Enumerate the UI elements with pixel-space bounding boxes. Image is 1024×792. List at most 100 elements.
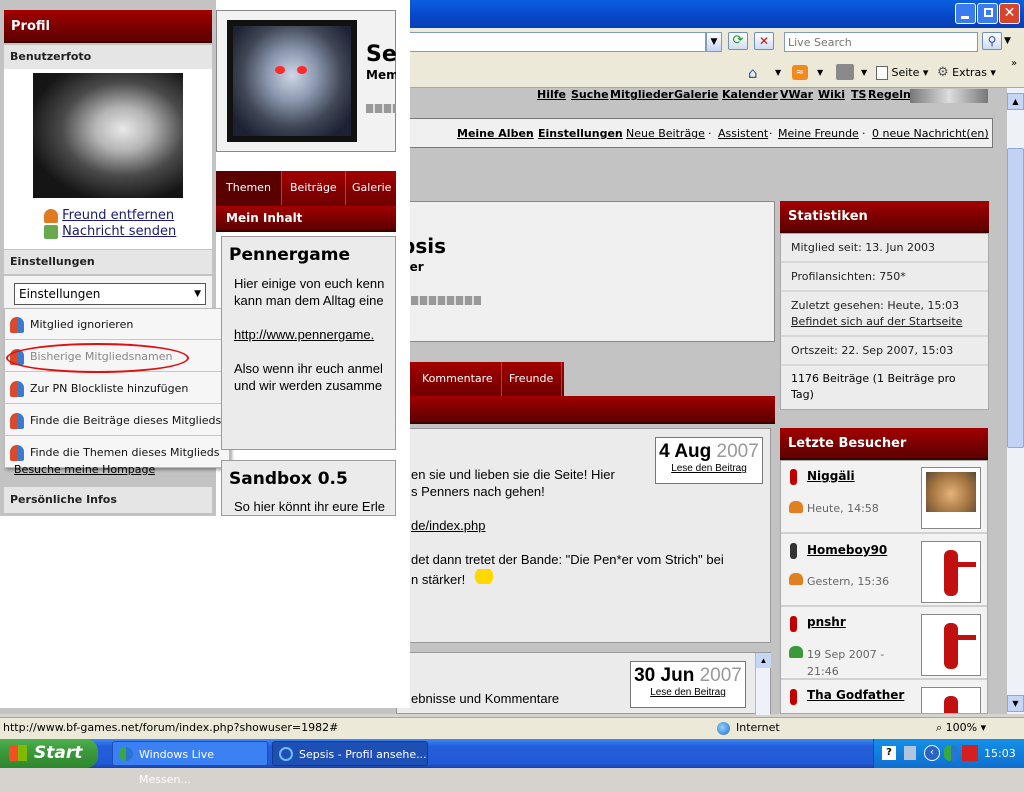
nav-kalender[interactable]: Kalender: [722, 88, 778, 101]
read-post-link[interactable]: Lese den Beitrag: [631, 687, 745, 698]
scroll-thumb[interactable]: [1007, 148, 1024, 448]
menu-item-find-posts[interactable]: Finde die Beiträge dieses Mitglieds: [4, 406, 228, 436]
close-button[interactable]: ✕: [999, 3, 1020, 24]
nav-hilfe[interactable]: Hilfe: [537, 88, 566, 101]
feeds-icon[interactable]: ≈: [792, 65, 808, 80]
network-icon[interactable]: [904, 746, 916, 760]
start-button[interactable]: Start: [0, 739, 98, 768]
tab-freunde[interactable]: Freunde: [501, 362, 563, 396]
link-nachrichten[interactable]: 0 neue Nachricht(en): [872, 127, 989, 140]
restore-button[interactable]: [977, 3, 998, 24]
link-einstellungen[interactable]: Einstellungen: [538, 127, 623, 140]
nav-banner: [910, 89, 988, 103]
taskbar-ie[interactable]: Sepsis - Profil ansehe...: [272, 741, 428, 766]
nav-suche[interactable]: Suche: [571, 88, 609, 101]
tab-beitraege[interactable]: Beiträge: [282, 171, 346, 205]
stop-icon[interactable]: ✕: [754, 32, 774, 50]
visitor-row[interactable]: pnshr 19 Sep 2007 - 21:46: [781, 608, 987, 680]
post2-text-1: So hier könnt ihr eure Erle: [234, 499, 386, 514]
date-box[interactable]: 30 Jun 2007 Lese den Beitrag: [630, 661, 746, 708]
minimize-button[interactable]: [955, 3, 976, 24]
user-status-icon: [790, 543, 797, 559]
homepage-link[interactable]: Besuche meine Hompage: [14, 465, 155, 477]
page-menu[interactable]: Seite ▾: [876, 64, 928, 82]
nav-mitglieder[interactable]: Mitglieder: [610, 88, 674, 101]
refresh-icon[interactable]: ⟳: [728, 32, 748, 50]
back-tray-icon[interactable]: ‹: [924, 745, 940, 761]
stat-location[interactable]: Befindet sich auf der Startseite: [791, 314, 978, 330]
scroll-down-arrow[interactable]: ▼: [1007, 695, 1024, 712]
post2-box: Sandbox 0.5 So hier könnt ihr eure Erle: [221, 460, 396, 516]
users-icon: [10, 413, 24, 429]
link-meine-alben[interactable]: Meine Alben: [457, 127, 534, 140]
page-scrollbar[interactable]: ▲ ▼: [1007, 88, 1024, 714]
visitor-name[interactable]: Tha Godfather: [807, 688, 904, 702]
gear-icon: ⚙: [937, 65, 949, 80]
tab-themen[interactable]: Themen: [216, 171, 282, 205]
nav-vwar[interactable]: VWar: [780, 88, 813, 101]
extras-menu[interactable]: ⚙ Extras ▾: [937, 64, 996, 82]
user-status-icon: [790, 469, 797, 485]
print-icon[interactable]: [836, 64, 854, 80]
toolbar-overflow-icon[interactable]: »: [1011, 58, 1017, 69]
link-neue-beitraege[interactable]: Neue Beiträge: [626, 127, 705, 140]
nav-regeln[interactable]: Regeln: [868, 88, 911, 101]
scroll-up-arrow[interactable]: ▲: [1007, 93, 1024, 110]
ie-icon: [279, 747, 293, 761]
avatar[interactable]: [921, 687, 981, 713]
stat-profile-views: Profilansichten: 750*: [781, 263, 988, 292]
feeds-dropdown-icon[interactable]: ▼: [817, 68, 823, 77]
menu-item-label: Zur PN Blockliste hinzufügen: [30, 382, 189, 395]
photo-label: Benutzerfoto: [4, 45, 212, 69]
home-dropdown-icon[interactable]: ▼: [775, 68, 781, 77]
messenger-tray-icon[interactable]: [944, 745, 958, 761]
address-dropdown[interactable]: ▼: [706, 32, 722, 52]
tab-galerie[interactable]: Galerie: [344, 171, 396, 205]
print-dropdown-icon[interactable]: ▼: [861, 68, 867, 77]
zone-label: Internet: [736, 721, 780, 734]
link-meine-freunde[interactable]: Meine Freunde: [778, 127, 859, 140]
visitor-row[interactable]: Niggäli Heute, 14:58: [781, 461, 987, 534]
friend-remove-label: Freund entfernen: [62, 208, 175, 223]
help-icon[interactable]: ?: [882, 746, 896, 760]
search-options-icon[interactable]: ▼: [1004, 36, 1011, 46]
date-box[interactable]: 4 Aug 2007 Lese den Beitrag: [655, 437, 763, 484]
taskbar-messenger[interactable]: Windows Live Messen...: [112, 741, 268, 786]
inner-scrollbar[interactable]: ▲: [755, 653, 771, 715]
menu-item-pn-blocklist[interactable]: Zur PN Blockliste hinzufügen: [4, 374, 228, 404]
visitor-name[interactable]: Homeboy90: [807, 543, 887, 557]
post1-text-2: kann man dem Alltag eine: [234, 293, 384, 308]
friend-remove-icon: [44, 208, 58, 223]
post1-link-cont[interactable]: de/index.php: [411, 518, 485, 533]
tab-kommentare[interactable]: Kommentare: [414, 362, 502, 396]
nav-galerie[interactable]: Galerie: [674, 88, 718, 101]
nav-ts[interactable]: TS: [851, 88, 866, 101]
address-input[interactable]: ?: [396, 32, 706, 52]
send-message-link[interactable]: Nachricht senden: [44, 224, 176, 239]
visitor-name[interactable]: pnshr: [807, 615, 846, 629]
live-search-input[interactable]: [784, 32, 978, 52]
search-icon[interactable]: ⚲: [982, 32, 1002, 50]
nav-wiki[interactable]: Wiki: [818, 88, 845, 101]
read-post-link[interactable]: Lese den Beitrag: [656, 463, 762, 474]
avatar[interactable]: [921, 614, 981, 676]
user-status-icon: [790, 689, 797, 705]
post1-title: Pennergame: [229, 245, 350, 265]
visitor-row[interactable]: Homeboy90 Gestern, 15:36: [781, 535, 987, 607]
avatar[interactable]: [921, 541, 981, 603]
home-icon[interactable]: ⌂: [748, 64, 758, 82]
menu-item-ignore[interactable]: Mitglied ignorieren: [4, 310, 228, 340]
menu-item-find-topics[interactable]: Finde die Themen dieses Mitglieds: [4, 438, 228, 468]
visitor-name[interactable]: Niggäli: [807, 469, 855, 483]
settings-label: Einstellungen: [4, 250, 212, 274]
zoom-control[interactable]: ⌕ 100% ▾: [936, 718, 986, 738]
post1-link[interactable]: http://www.pennergame.: [234, 327, 374, 342]
friend-remove-link[interactable]: Freund entfernen: [44, 208, 174, 223]
content-redbar-right: [410, 396, 775, 424]
security-tray-icon[interactable]: [962, 745, 978, 761]
visitor-row[interactable]: Tha Godfather: [781, 681, 987, 713]
settings-select[interactable]: Einstellungen ▼: [14, 283, 206, 305]
avatar[interactable]: [921, 467, 981, 529]
date-day: 30 Jun: [634, 665, 695, 686]
link-assistent[interactable]: Assistent: [718, 127, 768, 140]
